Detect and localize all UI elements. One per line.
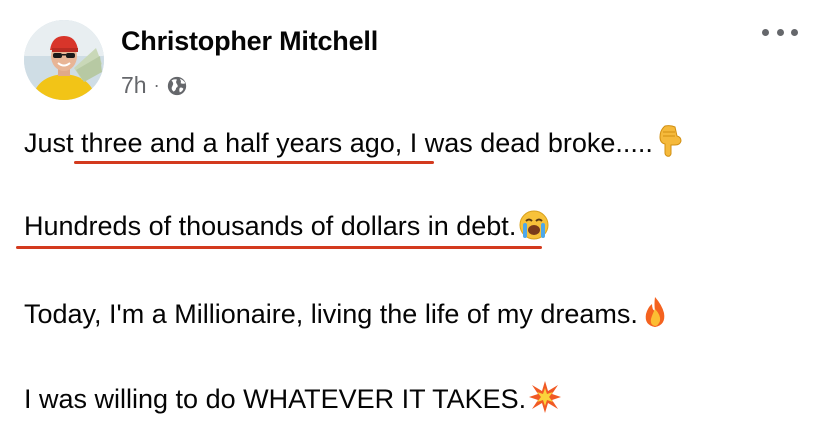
loudly-crying-face-icon bbox=[519, 210, 549, 240]
red-underline-annotation bbox=[74, 161, 434, 164]
more-options-icon[interactable] bbox=[762, 22, 798, 42]
more-dot bbox=[762, 28, 769, 36]
author-name[interactable]: Christopher Mitchell bbox=[121, 26, 378, 57]
collision-icon bbox=[529, 381, 562, 413]
post-text: Today, I'm a Millionaire, living the lif… bbox=[24, 299, 638, 329]
fire-icon bbox=[645, 297, 665, 327]
more-dot bbox=[791, 28, 798, 36]
red-underline-annotation bbox=[16, 246, 542, 249]
meta-separator: · bbox=[153, 75, 160, 95]
post-text-line-3: Today, I'm a Millionaire, living the lif… bbox=[24, 295, 670, 331]
post-text-line-4: I was willing to do WHATEVER IT TAKES. bbox=[24, 380, 562, 416]
backhand-index-pointing-down-icon bbox=[659, 125, 682, 157]
post-text-line-1: Just three and a half years ago, I was d… bbox=[24, 124, 685, 160]
post-text-line-2: Hundreds of thousands of dollars in debt… bbox=[24, 209, 550, 243]
post-meta: 7h · bbox=[121, 72, 188, 99]
avatar-photo-icon bbox=[24, 20, 104, 100]
avatar[interactable] bbox=[24, 20, 104, 100]
facebook-post: Christopher Mitchell 7h · Just three and… bbox=[0, 0, 826, 446]
post-timestamp[interactable]: 7h bbox=[121, 72, 147, 99]
post-text: I was willing to do WHATEVER IT TAKES. bbox=[24, 384, 527, 414]
post-text: Hundreds of thousands of dollars in debt… bbox=[24, 211, 517, 241]
globe-icon[interactable] bbox=[166, 75, 188, 97]
post-text: Just three and a half years ago, I was d… bbox=[24, 128, 653, 158]
more-dot bbox=[776, 28, 784, 36]
